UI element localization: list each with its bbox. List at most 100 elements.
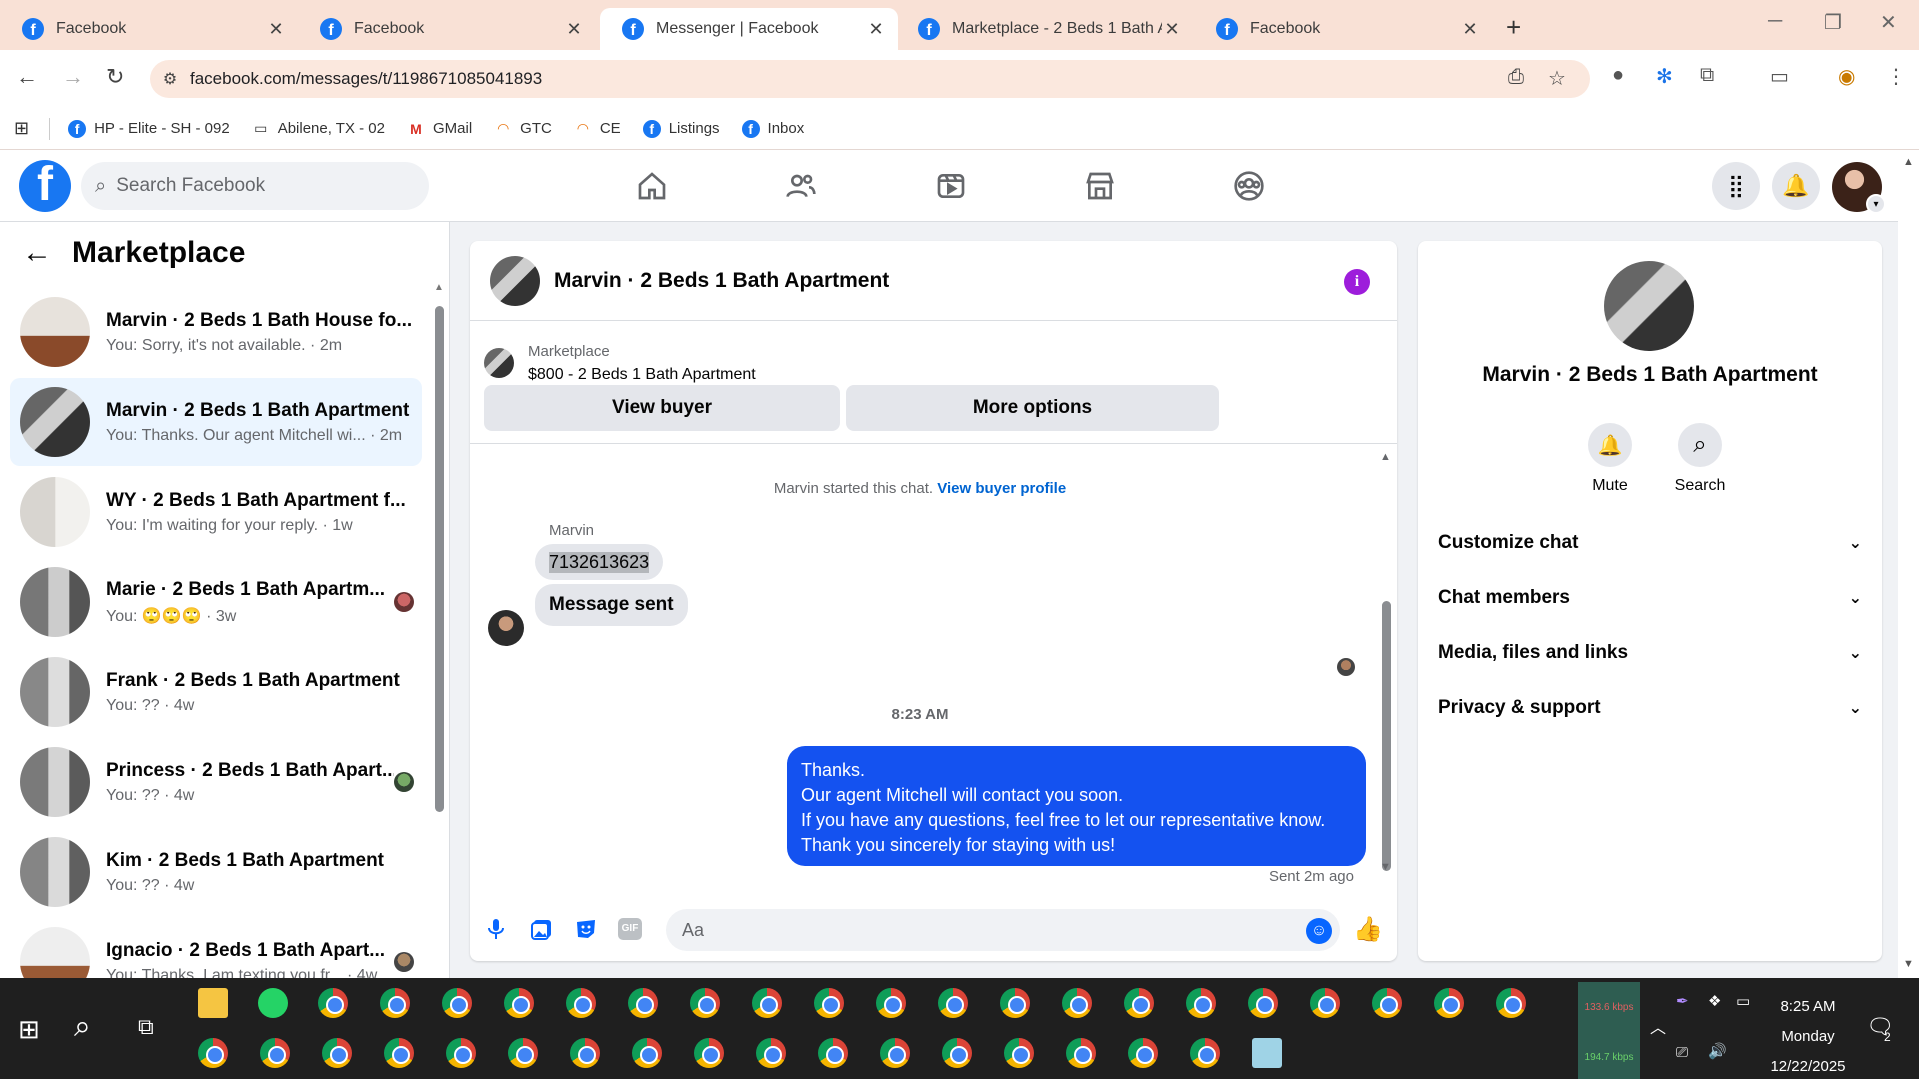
emoji-icon[interactable]: ☺ (1306, 918, 1332, 944)
back-arrow-icon[interactable]: ← (22, 236, 52, 270)
new-tab-icon[interactable]: + (1506, 12, 1521, 43)
conversation-item[interactable]: Marie · 2 Beds 1 Bath Apartm... You: 🙄🙄🙄 … (10, 558, 422, 646)
chrome-icon[interactable] (818, 1038, 848, 1068)
facebook-search-input[interactable]: ⌕ Search Facebook (81, 162, 429, 210)
bookmark-gmail[interactable]: M GMail (407, 120, 472, 138)
dropbox-icon[interactable]: ❖ (1708, 992, 1721, 1010)
site-settings-icon[interactable]: ⚙ (150, 69, 190, 89)
chat-title[interactable]: Marvin · 2 Beds 1 Bath Apartment (554, 269, 889, 293)
chrome-icon[interactable] (318, 988, 348, 1018)
scroll-down-icon[interactable]: ▼ (1903, 958, 1914, 970)
chrome-icon[interactable] (1496, 988, 1526, 1018)
menu-dots-icon[interactable]: ⋮ (1886, 64, 1906, 89)
close-window-icon[interactable]: ✕ (1880, 10, 1897, 35)
page-scrollbar[interactable]: ▲ ▼ (1898, 150, 1919, 978)
bookmark-abilene[interactable]: ▭ Abilene, TX - 02 (252, 120, 385, 138)
nav-home[interactable] (622, 164, 682, 208)
scroll-up-icon[interactable]: ▲ (1903, 156, 1914, 168)
clock[interactable]: 8:25 AM Monday 12/22/2025 (1766, 992, 1850, 1079)
sticker-icon[interactable] (572, 915, 600, 943)
install-app-icon[interactable]: ⎙ (1508, 66, 1524, 89)
browser-tab-marketplace[interactable]: f Marketplace - 2 Beds 1 Bath Ap ✕ (896, 8, 1194, 50)
chrome-icon[interactable] (446, 1038, 476, 1068)
chrome-icon[interactable] (1124, 988, 1154, 1018)
chrome-icon[interactable] (442, 988, 472, 1018)
bookmark-inbox[interactable]: f Inbox (741, 119, 804, 138)
search-icon[interactable]: ⌕ (74, 1010, 91, 1044)
menu-button[interactable]: ⣿ (1712, 162, 1760, 210)
chrome-icon[interactable] (690, 988, 720, 1018)
chrome-icon[interactable] (632, 1038, 662, 1068)
chat-members-section[interactable]: Chat members ⌄ (1438, 578, 1862, 618)
chrome-icon[interactable] (1434, 988, 1464, 1018)
chevron-up-icon[interactable]: ︿ (1650, 1014, 1666, 1038)
bookmark-gtc[interactable]: ◠ GTC (494, 120, 552, 138)
thumbs-up-icon[interactable]: 👍 (1353, 915, 1383, 943)
profile-icon[interactable]: ◉ (1838, 64, 1855, 89)
incoming-message[interactable]: Message sent (535, 584, 688, 626)
privacy-support-section[interactable]: Privacy & support ⌄ (1438, 688, 1862, 728)
chrome-icon[interactable] (570, 1038, 600, 1068)
scroll-up-icon[interactable]: ▲ (1380, 451, 1391, 463)
chrome-icon[interactable] (752, 988, 782, 1018)
back-icon[interactable]: ← (16, 64, 38, 90)
scrollbar-thumb[interactable] (435, 306, 444, 812)
mute-button[interactable]: 🔔 Mute (1570, 423, 1650, 495)
nav-video[interactable] (921, 164, 981, 208)
reload-icon[interactable]: ↻ (106, 64, 124, 90)
chrome-icon[interactable] (1186, 988, 1216, 1018)
chrome-icon[interactable] (876, 988, 906, 1018)
view-buyer-profile-link[interactable]: View buyer profile (937, 480, 1066, 497)
customize-chat-section[interactable]: Customize chat ⌄ (1438, 523, 1862, 563)
list-scrollbar[interactable]: ▲ ▼ (434, 282, 444, 972)
close-tab-icon[interactable]: ✕ (866, 19, 886, 40)
chat-thumbnail[interactable] (490, 255, 540, 306)
chrome-icon[interactable] (508, 1038, 538, 1068)
nav-groups[interactable] (1219, 164, 1279, 208)
info-icon[interactable]: i (1344, 269, 1370, 295)
task-view-icon[interactable]: ⧉ (138, 1014, 154, 1040)
windows-start-icon[interactable]: ⊞ (18, 1014, 40, 1045)
bookmark-ce[interactable]: ◠ CE (574, 120, 621, 138)
chrome-icon[interactable] (942, 1038, 972, 1068)
chrome-icon[interactable] (1190, 1038, 1220, 1068)
minimize-icon[interactable]: ─ (1768, 10, 1782, 33)
file-explorer-icon[interactable] (198, 988, 228, 1018)
photo-icon[interactable] (528, 915, 556, 943)
chrome-icon[interactable] (814, 988, 844, 1018)
volume-icon[interactable]: 🔊 (1708, 1042, 1727, 1060)
forward-icon[interactable]: → (62, 64, 84, 90)
pen-icon[interactable]: ✒ (1676, 992, 1689, 1010)
incoming-message[interactable]: 7132613623 (535, 544, 664, 580)
network-icon[interactable]: ⎚ (1676, 1044, 1688, 1061)
account-avatar[interactable]: ▾ (1832, 162, 1886, 214)
tab-search-icon[interactable]: ▭ (1770, 64, 1789, 89)
close-tab-icon[interactable]: ✕ (266, 19, 286, 40)
chrome-icon[interactable] (1310, 988, 1340, 1018)
nav-marketplace[interactable] (1070, 164, 1130, 208)
chrome-icon[interactable] (756, 1038, 786, 1068)
cookie-extension-icon[interactable]: ● (1612, 64, 1624, 87)
app-icon[interactable] (1252, 1038, 1282, 1068)
close-tab-icon[interactable]: ✕ (564, 19, 584, 40)
chrome-icon[interactable] (938, 988, 968, 1018)
chrome-icon[interactable] (1062, 988, 1092, 1018)
restore-icon[interactable]: ❐ (1824, 10, 1842, 35)
conversation-item[interactable]: Kim · 2 Beds 1 Bath Apartment You: ?? · 4… (10, 828, 422, 916)
conversation-item[interactable]: Frank · 2 Beds 1 Bath Apartment You: ?? ·… (10, 648, 422, 736)
message-input[interactable]: Aa (666, 909, 1340, 951)
chrome-icon[interactable] (694, 1038, 724, 1068)
search-in-chat-button[interactable]: ⌕ Search (1660, 423, 1740, 495)
conversation-item[interactable]: Marvin · 2 Beds 1 Bath Apartment You: Tha… (10, 378, 422, 466)
conversation-item[interactable]: Princess · 2 Beds 1 Bath Apart... You: ??… (10, 738, 422, 826)
chrome-icon[interactable] (880, 1038, 910, 1068)
browser-tab-1[interactable]: f Facebook ✕ (0, 8, 298, 50)
conversation-item[interactable]: WY · 2 Beds 1 Bath Apartment f... You: I'… (10, 468, 422, 556)
gif-icon[interactable]: GIF (616, 915, 644, 943)
conversation-item[interactable]: Ignacio · 2 Beds 1 Bath Apart... You: Tha… (10, 918, 422, 978)
battery-icon[interactable]: ▭ (1736, 992, 1750, 1010)
scroll-down-icon[interactable]: ▼ (1380, 861, 1391, 873)
microphone-icon[interactable] (482, 915, 510, 943)
outgoing-message[interactable]: Thanks. Our agent Mitchell will contact … (787, 746, 1366, 866)
chat-scrollbar[interactable]: ▲ ▼ (1380, 451, 1392, 881)
